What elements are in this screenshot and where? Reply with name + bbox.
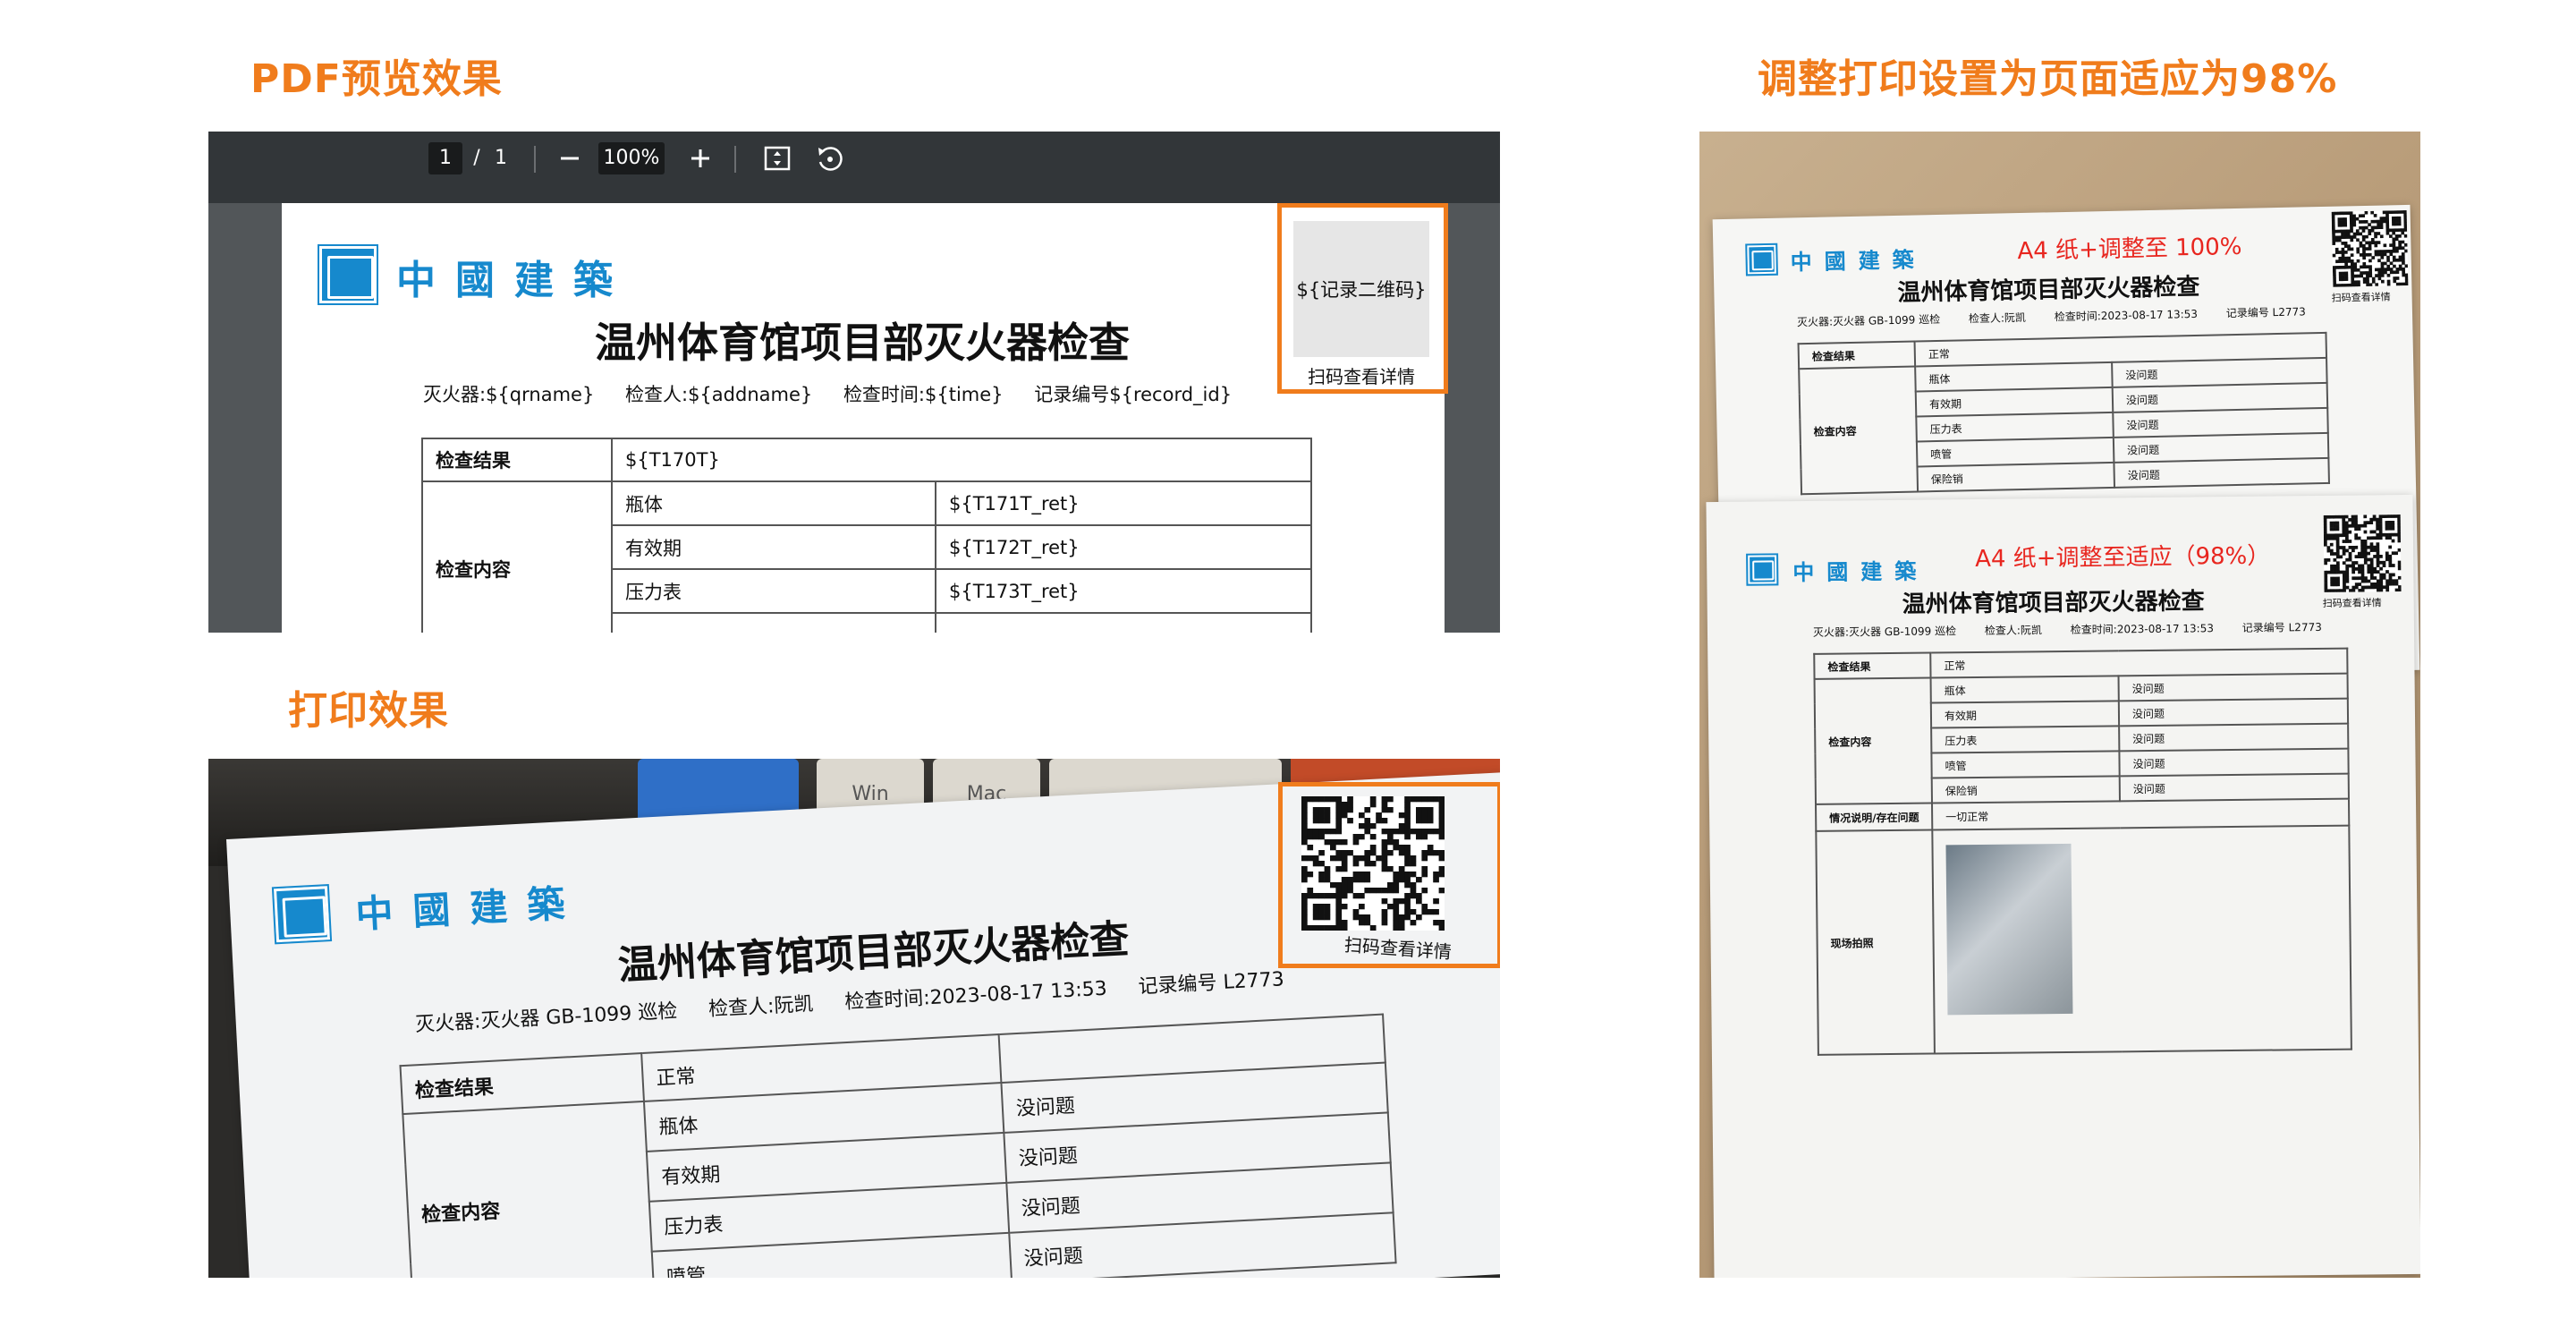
document-meta: 灭火器:灭火器 GB-1099 巡检 检查人:阮凯 检查时间:2023-08-1…	[1813, 619, 2347, 640]
company-logo-text: 中國建築	[354, 880, 586, 937]
printed-table: 检查结果 正常 检查内容 瓶体 没问题 有效期 没问题 压力表 没问题 喷管 没…	[399, 1014, 1396, 1278]
document-title: 温州体育馆项目部灭火器检查	[1902, 588, 2205, 618]
meta-inspector: 检查人:阮凯	[1984, 624, 2043, 637]
page-separator: /	[473, 147, 480, 169]
qr-highlight-box	[1278, 782, 1500, 968]
qr-caption: 扫码查看详情	[2331, 291, 2391, 304]
photo-label: 现场拍照	[1816, 829, 1935, 1055]
notes-label: 情况说明/存在问题	[1816, 803, 1933, 831]
content-label: 检查内容	[402, 1101, 655, 1278]
meta-record: 记录编号 L2773	[1137, 968, 1285, 999]
table-row-item: 保险销	[1931, 776, 2120, 804]
meta-record: 记录编号${record_id}	[1034, 384, 1233, 405]
qr-highlight-box	[1277, 203, 1448, 394]
meta-record: 记录编号 L2773	[2225, 305, 2306, 320]
table-row-item: 有效期	[611, 524, 936, 570]
minus-icon[interactable]	[552, 140, 588, 176]
company-logo-mark	[1745, 242, 1778, 276]
paper-98-percent: 中國建築 A4 纸+调整至适应（98%） 温州体育馆项目部灭火器检查 灭火器:灭…	[1706, 494, 2420, 1278]
table-row-value: 没问题	[2118, 698, 2349, 727]
table-row-value: ${T173T_ret}	[934, 568, 1313, 614]
table-row-value: ${T171T_ret}	[934, 480, 1313, 526]
table-row-value: 没问题	[2119, 723, 2349, 752]
table-row-item	[611, 612, 936, 633]
table-row-value: ${T172T_ret}	[934, 524, 1313, 570]
table-row-value: 没问题	[2119, 748, 2349, 777]
meta-record: 记录编号 L2773	[2241, 620, 2322, 634]
page-total: 1	[495, 147, 507, 169]
print-photo: Win Mac 中國建築 温州体育馆项目部灭火器检查 灭火器:灭火器 GB-10…	[208, 759, 1500, 1278]
photo-cell	[1932, 825, 2351, 1054]
qr-pattern	[2323, 514, 2402, 593]
document-meta: 灭火器:灭火器 GB-1099 巡检 检查人:阮凯 检查时间:2023-08-1…	[1797, 303, 2331, 329]
meta-extinguisher: 灭火器:灭火器 GB-1099 巡检	[414, 999, 678, 1037]
notes-value: 一切正常	[1931, 798, 2350, 830]
company-logo-mark	[271, 884, 333, 945]
zoom-level-input[interactable]: 100%	[598, 142, 665, 174]
page-number-input[interactable]: 1	[428, 142, 462, 174]
table-row-value: 没问题	[2119, 773, 2349, 802]
adjust-photo: 中國建築 A4 纸+调整至 100% 温州体育馆项目部灭火器检查 灭火器:灭火器…	[1699, 132, 2420, 1278]
result-label: 检查结果	[1814, 652, 1931, 679]
table-row-value: 没问题	[2114, 457, 2329, 488]
table-row-item: 瓶体	[1930, 676, 2119, 703]
site-photo	[1945, 843, 2073, 1016]
table-row-item: 瓶体	[611, 480, 936, 526]
pdf-viewer: 1 / 1 100% 中國建築 温州体育馆项目部灭火器检查 灭火器:${qrna…	[208, 132, 1500, 633]
meta-extinguisher: 灭火器:${qrname}	[423, 384, 595, 405]
company-logo-text: 中國建築	[1790, 246, 1927, 276]
table-row-item: 压力表	[1931, 726, 2120, 753]
adjust-print-title: 调整打印设置为页面适应为98%	[1758, 56, 2338, 102]
content-label: 检查内容	[1799, 366, 1919, 495]
result-label: 检查结果	[1798, 341, 1916, 370]
note-a4-100: A4 纸+调整至 100%	[2017, 233, 2242, 266]
qr-pattern	[2331, 209, 2409, 288]
pdf-preview-title: PDF预览效果	[250, 56, 503, 102]
document-meta: 灭火器:${qrname} 检查人:${addname} 检查时间:${time…	[423, 380, 1257, 407]
table-row-value: 没问题	[2118, 673, 2348, 702]
meta-time: 检查时间:${time}	[843, 384, 1004, 405]
fit-page-icon[interactable]	[759, 140, 795, 176]
content-label: 检查内容	[421, 480, 613, 633]
company-logo-mark	[318, 244, 378, 305]
qr-caption: 扫码查看详情	[2322, 597, 2382, 609]
result-value: ${T170T}	[610, 438, 1313, 482]
table-row-item: 喷管	[1931, 751, 2120, 778]
table-row-value	[934, 612, 1313, 633]
inspection-table: 检查结果 正常 检查内容 瓶体 没问题 有效期 没问题 压力表 没问题 喷管 没问题 保险销…	[1813, 648, 2352, 1056]
inspection-table: 检查结果 ${T170T} 检查内容 瓶体 ${T171T_ret} 有效期 $…	[421, 438, 1313, 633]
result-label: 检查结果	[421, 438, 613, 482]
document-title: 温州体育馆项目部灭火器检查	[1897, 273, 2200, 307]
toolbar-divider	[734, 146, 736, 173]
print-effect-title: 打印效果	[288, 688, 449, 734]
meta-extinguisher: 灭火器:灭火器 GB-1099 巡检	[1796, 312, 1941, 329]
meta-inspector: 检查人:阮凯	[708, 992, 815, 1022]
table-row-item: 保险销	[1917, 462, 2115, 492]
company-logo-text: 中國建築	[1792, 557, 1929, 586]
meta-time: 检查时间:2023-08-17 13:53	[843, 977, 1108, 1015]
inspection-table: 检查结果 正常 检查内容 瓶体 没问题 有效期 没问题 压力表 没问题 喷管 没问题 保险销…	[1798, 332, 2330, 495]
document-title: 温州体育馆项目部灭火器检查	[595, 319, 1130, 367]
meta-time: 检查时间:2023-08-17 13:53	[2054, 307, 2199, 324]
toolbar-divider	[534, 146, 536, 173]
table-row-item: 有效期	[1930, 701, 2120, 728]
content-label: 检查内容	[1814, 677, 1932, 804]
viewer-toolbar: 1 / 1 100%	[208, 132, 1500, 203]
qr-code-image	[2331, 209, 2409, 288]
note-a4-98: A4 纸+调整至适应（98%）	[1974, 542, 2271, 574]
meta-time: 检查时间:2023-08-17 13:53	[2070, 622, 2215, 636]
meta-extinguisher: 灭火器:灭火器 GB-1099 巡检	[1812, 625, 1957, 639]
company-logo-mark	[1746, 553, 1779, 586]
rotate-icon[interactable]	[811, 140, 847, 176]
table-row-item: 压力表	[611, 568, 936, 614]
qr-code-image	[2323, 514, 2402, 593]
meta-inspector: 检查人:阮凯	[1968, 310, 2027, 326]
company-logo-text: 中國建築	[396, 258, 632, 303]
pdf-page: 中國建築 温州体育馆项目部灭火器检查 灭火器:${qrname} 检查人:${a…	[282, 203, 1448, 633]
plus-icon[interactable]	[682, 140, 718, 176]
meta-inspector: 检查人:${addname}	[625, 384, 813, 405]
